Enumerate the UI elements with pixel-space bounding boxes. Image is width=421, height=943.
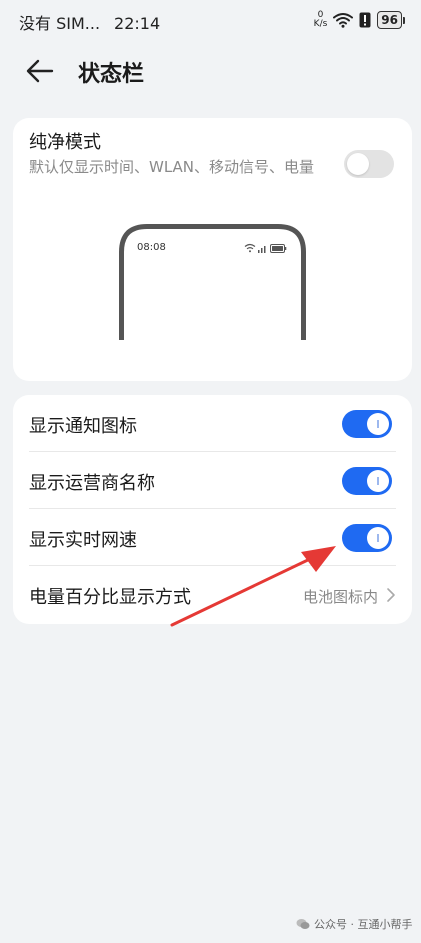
settings-card: 显示通知图标 显示运营商名称 显示实时网速 电量百分比显示方式 电池图标内 <box>13 395 412 624</box>
watermark-text: 公众号 · 互通小帮手 <box>314 918 413 931</box>
setting-row-carrier-name: 显示运营商名称 <box>13 452 412 509</box>
net-speed-indicator: 0 K/s <box>314 11 328 29</box>
battery-icon: 96 <box>377 11 405 29</box>
status-right: 0 K/s 96 <box>314 9 405 31</box>
toggle-knob <box>367 527 389 549</box>
setting-label: 显示运营商名称 <box>29 473 155 494</box>
pure-mode-card: 纯净模式 默认仅显示时间、WLAN、移动信号、电量 08:08 <box>13 118 412 381</box>
watermark: 公众号 · 互通小帮手 <box>296 916 413 932</box>
status-time: 22:14 <box>114 14 161 33</box>
chevron-right-icon <box>387 588 395 602</box>
preview-status-icons <box>244 243 287 253</box>
carrier-text: 没有 SIM... <box>19 14 101 33</box>
toggle-knob <box>367 413 389 435</box>
battery-level: 96 <box>377 11 402 29</box>
battery-display-value: 电池图标内 <box>302 588 378 606</box>
carrier-name-toggle[interactable] <box>342 467 392 495</box>
pure-mode-description: 默认仅显示时间、WLAN、移动信号、电量 <box>29 158 315 176</box>
back-arrow-icon[interactable] <box>24 56 56 86</box>
pure-mode-toggle[interactable] <box>344 150 394 178</box>
toggle-knob <box>367 470 389 492</box>
toggle-knob <box>347 153 369 175</box>
pure-mode-title: 纯净模式 <box>29 132 101 153</box>
battery-tip <box>403 16 405 24</box>
alert-icon <box>359 12 371 28</box>
setting-label: 电量百分比显示方式 <box>29 587 191 608</box>
notification-icons-toggle[interactable] <box>342 410 392 438</box>
network-speed-toggle[interactable] <box>342 524 392 552</box>
status-left: 没有 SIM... 22:14 <box>19 10 160 34</box>
header: 状态栏 <box>0 46 421 96</box>
net-speed-unit: K/s <box>313 19 328 29</box>
wifi-icon <box>333 13 354 28</box>
preview-time: 08:08 <box>137 242 166 253</box>
setting-label: 显示实时网速 <box>29 530 137 551</box>
wechat-icon <box>296 919 310 929</box>
setting-label: 显示通知图标 <box>29 416 137 437</box>
setting-row-network-speed: 显示实时网速 <box>13 509 412 566</box>
setting-row-battery-percentage[interactable]: 电量百分比显示方式 电池图标内 <box>13 566 412 623</box>
status-bar: 没有 SIM... 22:14 0 K/s 96 <box>0 0 421 40</box>
setting-row-notification-icons: 显示通知图标 <box>13 395 412 452</box>
page-title: 状态栏 <box>78 62 145 87</box>
